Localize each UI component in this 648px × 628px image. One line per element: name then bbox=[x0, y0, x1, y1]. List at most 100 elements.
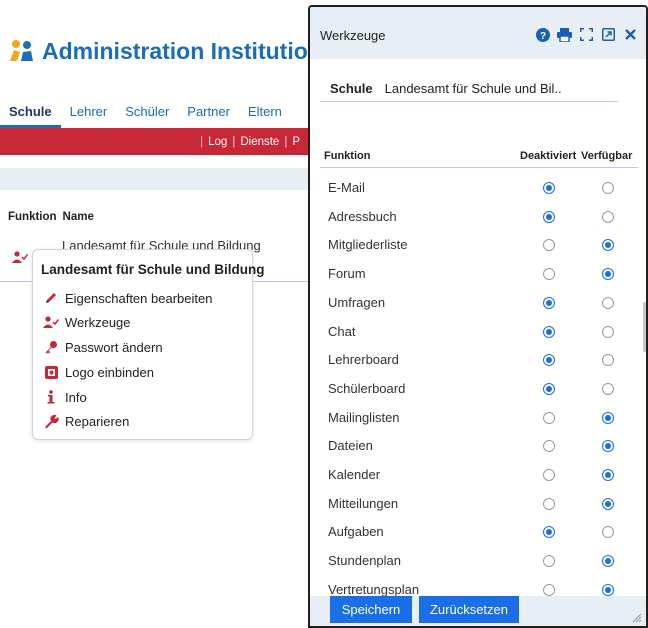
radio-deaktiviert[interactable] bbox=[543, 268, 555, 281]
menu-item-reparieren[interactable]: Reparieren bbox=[43, 411, 129, 431]
function-name: Chat bbox=[328, 323, 356, 339]
column-verfuegbar: Verfügbar bbox=[581, 150, 633, 162]
function-row: Mitteilungen bbox=[310, 489, 640, 517]
tab-eltern[interactable]: Eltern bbox=[239, 96, 291, 128]
radio-verfuegbar[interactable] bbox=[602, 583, 614, 596]
function-name: Forum bbox=[328, 266, 366, 282]
function-name: Schülerboard bbox=[328, 380, 406, 396]
subnav-dienste[interactable]: Dienste bbox=[236, 136, 283, 148]
function-row: Aufgaben bbox=[310, 517, 640, 545]
reset-button[interactable]: Zurücksetzen bbox=[419, 596, 519, 623]
menu-item-label: Werkzeuge bbox=[65, 314, 131, 330]
dialog-header-actions: ? bbox=[535, 27, 638, 42]
radio-verfuegbar[interactable] bbox=[602, 411, 614, 424]
radio-deaktiviert[interactable] bbox=[543, 469, 555, 481]
menu-item-label: Info bbox=[65, 389, 87, 405]
radio-verfuegbar[interactable] bbox=[602, 182, 614, 194]
radio-deaktiviert[interactable] bbox=[543, 239, 555, 252]
column-funktion: Funktion bbox=[324, 150, 371, 162]
dialog-header: Werkzeuge ? bbox=[310, 7, 646, 59]
menu-item-eigenschaften[interactable]: Eigenschaften bearbeiten bbox=[43, 288, 212, 308]
radio-verfuegbar[interactable] bbox=[602, 239, 614, 252]
radio-deaktiviert[interactable] bbox=[543, 354, 555, 367]
function-name: Aufgaben bbox=[328, 524, 384, 540]
column-deaktiviert: Deaktiviert bbox=[520, 150, 577, 162]
radio-deaktiviert[interactable] bbox=[543, 411, 555, 424]
radio-verfuegbar[interactable] bbox=[602, 497, 614, 510]
radio-verfuegbar[interactable] bbox=[602, 296, 614, 309]
radio-verfuegbar[interactable] bbox=[602, 469, 614, 481]
info-icon bbox=[43, 389, 59, 405]
expand-icon[interactable] bbox=[579, 27, 594, 42]
radio-deaktiviert[interactable] bbox=[543, 182, 555, 194]
school-value: Landesamt für Schule und Bil.. bbox=[384, 81, 562, 96]
menu-item-passwort[interactable]: Passwort ändern bbox=[43, 337, 163, 357]
radio-deaktiviert[interactable] bbox=[543, 210, 555, 223]
radio-deaktiviert[interactable] bbox=[543, 325, 555, 338]
radio-verfuegbar[interactable] bbox=[602, 210, 614, 223]
radio-deaktiviert[interactable] bbox=[543, 296, 555, 309]
function-name: Mailinglisten bbox=[328, 409, 400, 425]
external-link-icon[interactable] bbox=[601, 27, 616, 42]
separator: | bbox=[200, 135, 204, 148]
subnav-log[interactable]: Log bbox=[204, 136, 231, 148]
dialog-footer: Speichern Zurücksetzen bbox=[310, 596, 646, 626]
radio-verfuegbar[interactable] bbox=[602, 354, 614, 367]
werkzeuge-dialog: Werkzeuge ? Schule Landesamt für Schule … bbox=[308, 5, 648, 628]
image-icon bbox=[43, 364, 59, 380]
radio-deaktiviert[interactable] bbox=[543, 583, 555, 596]
divider bbox=[320, 101, 618, 102]
tab-partner[interactable]: Partner bbox=[178, 96, 239, 128]
menu-item-werkzeuge[interactable]: Werkzeuge bbox=[43, 312, 131, 332]
function-name: Vertretungsplan bbox=[328, 581, 420, 597]
close-icon[interactable] bbox=[623, 27, 638, 42]
scrollbar[interactable] bbox=[643, 302, 646, 352]
function-row: Mailinglisten bbox=[310, 403, 640, 431]
function-name: Dateien bbox=[328, 438, 373, 454]
column-funktion: Funktion bbox=[8, 211, 57, 223]
function-name: Umfragen bbox=[328, 294, 386, 310]
function-row: Chat bbox=[310, 317, 640, 345]
radio-verfuegbar[interactable] bbox=[602, 325, 614, 338]
resize-grip-icon[interactable] bbox=[630, 610, 642, 623]
function-row: Kalender bbox=[310, 460, 640, 488]
function-row: Schülerboard bbox=[310, 374, 640, 402]
function-name: Mitgliederliste bbox=[328, 237, 408, 253]
function-name: Mitteilungen bbox=[328, 495, 399, 511]
save-button[interactable]: Speichern bbox=[330, 596, 412, 623]
wrench-icon bbox=[43, 413, 59, 429]
radio-deaktiviert[interactable] bbox=[543, 440, 555, 453]
menu-item-info[interactable]: Info bbox=[43, 387, 87, 407]
radio-verfuegbar[interactable] bbox=[602, 382, 614, 395]
help-icon[interactable]: ? bbox=[535, 27, 550, 42]
function-row: Mitgliederliste bbox=[310, 230, 640, 258]
radio-verfuegbar[interactable] bbox=[602, 526, 614, 539]
radio-deaktiviert[interactable] bbox=[543, 555, 555, 568]
radio-verfuegbar[interactable] bbox=[602, 555, 614, 568]
radio-verfuegbar[interactable] bbox=[602, 440, 614, 453]
radio-deaktiviert[interactable] bbox=[543, 526, 555, 539]
tab-lehrer[interactable]: Lehrer bbox=[61, 96, 117, 128]
tab-schule[interactable]: Schule bbox=[0, 96, 61, 128]
function-row: Dateien bbox=[310, 431, 640, 459]
print-icon[interactable] bbox=[557, 27, 572, 42]
key-icon bbox=[43, 339, 59, 355]
menu-item-logo[interactable]: Logo einbinden bbox=[43, 362, 154, 382]
school-field: Schule Landesamt für Schule und Bil.. bbox=[330, 81, 562, 96]
subnav-truncated[interactable]: P bbox=[288, 136, 304, 148]
radio-verfuegbar[interactable] bbox=[602, 268, 614, 281]
radio-deaktiviert[interactable] bbox=[543, 382, 555, 395]
function-row: Forum bbox=[310, 259, 640, 287]
separator: | bbox=[232, 135, 236, 148]
app-title: Administration Institution bbox=[42, 37, 322, 64]
pencil-icon bbox=[43, 290, 59, 306]
radio-deaktiviert[interactable] bbox=[543, 497, 555, 510]
function-name: Kalender bbox=[328, 467, 381, 482]
menu-item-label: Eigenschaften bearbeiten bbox=[65, 290, 213, 306]
user-check-icon[interactable] bbox=[12, 250, 29, 268]
tab-schueler[interactable]: Schüler bbox=[116, 96, 178, 128]
column-name: Name bbox=[62, 211, 94, 223]
menu-item-label: Passwort ändern bbox=[65, 339, 163, 355]
function-row: Umfragen bbox=[310, 288, 640, 316]
context-menu-title: Landesamt für Schule und Bildung bbox=[41, 262, 265, 277]
